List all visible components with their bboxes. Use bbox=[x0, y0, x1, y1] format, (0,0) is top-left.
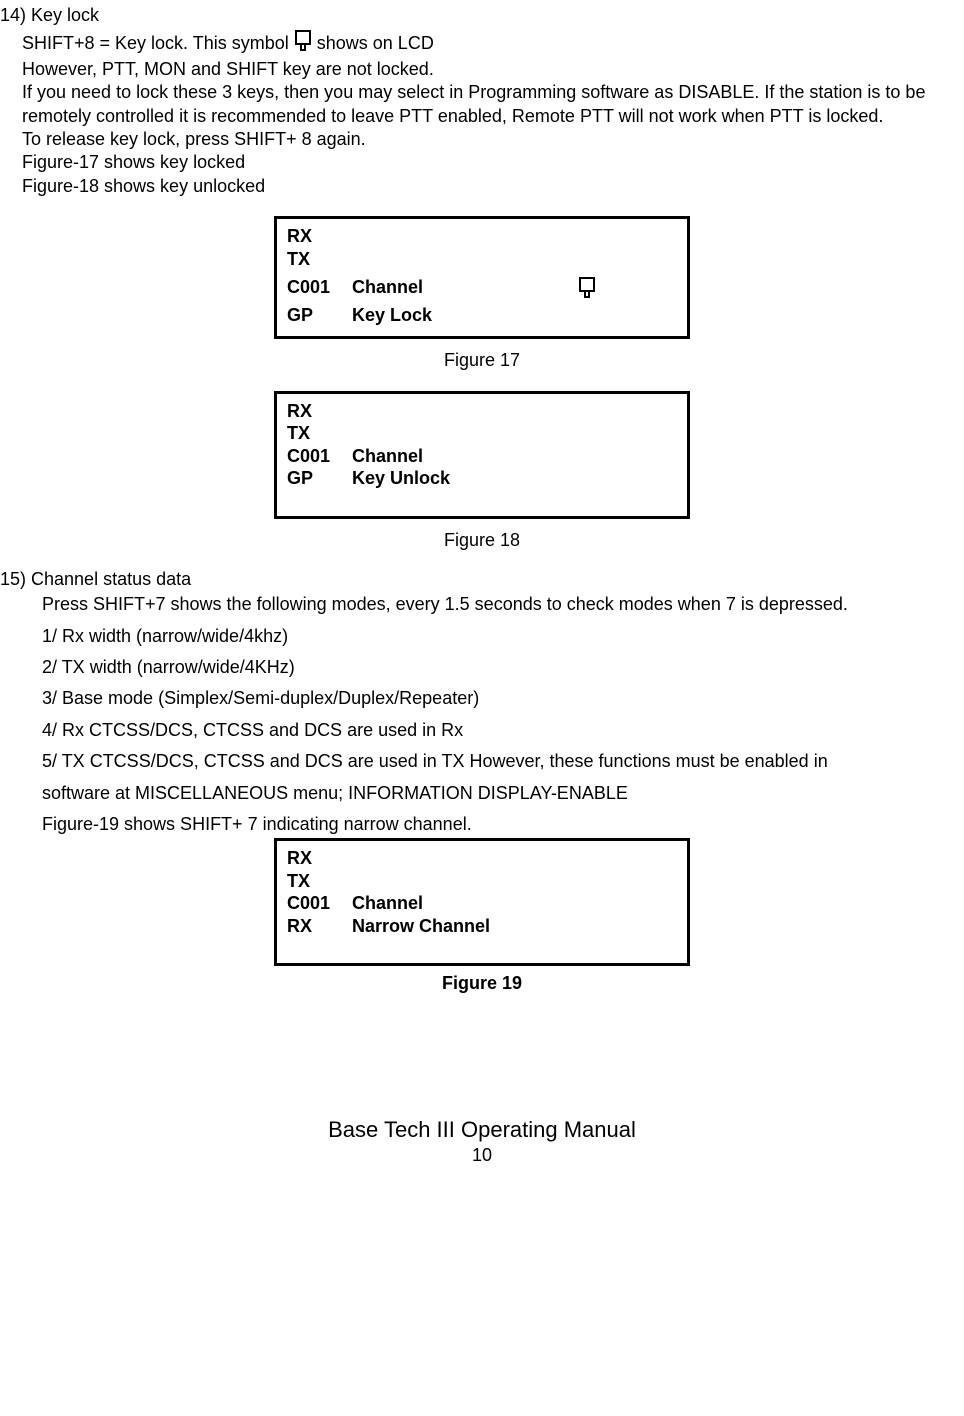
lcd17-row2a: GP bbox=[287, 304, 352, 327]
section-14-line2: However, PTT, MON and SHIFT key are not … bbox=[22, 58, 964, 81]
lcd-figure-17: RX TX C001 Channel GP Key Lock bbox=[274, 216, 690, 339]
lcd19-row2b: Narrow Channel bbox=[352, 915, 490, 938]
section-14-line1a: SHIFT+8 = Key lock. This symbol bbox=[22, 32, 289, 55]
section-15-item3: 3/ Base mode (Simplex/Semi-duplex/Duplex… bbox=[42, 687, 964, 710]
section-14-line6: Figure-18 shows key unlocked bbox=[22, 175, 964, 198]
lcd19-rx: RX bbox=[287, 847, 677, 870]
lcd-figure-18: RX TX C001 Channel GP Key Unlock bbox=[274, 391, 690, 519]
lcd17-row2b: Key Lock bbox=[352, 304, 432, 327]
footer-title: Base Tech III Operating Manual bbox=[0, 1116, 964, 1145]
section-15-item2: 2/ TX width (narrow/wide/4KHz) bbox=[42, 656, 964, 679]
lock-icon bbox=[577, 276, 597, 304]
section-15-item4: 4/ Rx CTCSS/DCS, CTCSS and DCS are used … bbox=[42, 719, 964, 742]
section-14-line1: SHIFT+8 = Key lock. This symbol shows on… bbox=[22, 29, 964, 57]
lcd18-row1a: C001 bbox=[287, 445, 352, 468]
lcd17-row1b: Channel bbox=[352, 276, 577, 304]
figure-17-caption: Figure 17 bbox=[0, 349, 964, 372]
lcd17-rx: RX bbox=[287, 225, 677, 248]
section-15-item1: 1/ Rx width (narrow/wide/4khz) bbox=[42, 625, 964, 648]
lock-icon bbox=[293, 29, 313, 57]
section-14-heading: 14) Key lock bbox=[0, 4, 964, 27]
section-15-item5: 5/ TX CTCSS/DCS, CTCSS and DCS are used … bbox=[42, 750, 964, 773]
section-14-line5: Figure-17 shows key locked bbox=[22, 151, 964, 174]
section-14-line4: To release key lock, press SHIFT+ 8 agai… bbox=[22, 128, 964, 151]
lcd-figure-19: RX TX C001 Channel RX Narrow Channel bbox=[274, 838, 690, 966]
section-14-line3: If you need to lock these 3 keys, then y… bbox=[22, 81, 964, 128]
lcd19-row2a: RX bbox=[287, 915, 352, 938]
lcd18-row2a: GP bbox=[287, 467, 352, 490]
lcd18-tx: TX bbox=[287, 422, 677, 445]
lcd19-row1a: C001 bbox=[287, 892, 352, 915]
figure-19-caption: Figure 19 bbox=[0, 972, 964, 995]
lcd19-tx: TX bbox=[287, 870, 677, 893]
lcd17-tx: TX bbox=[287, 248, 677, 271]
lcd18-row1b: Channel bbox=[352, 445, 423, 468]
section-15-intro: Press SHIFT+7 shows the following modes,… bbox=[42, 593, 964, 616]
section-14-line1b: shows on LCD bbox=[317, 32, 434, 55]
lcd18-rx: RX bbox=[287, 400, 677, 423]
section-15-item7: Figure-19 shows SHIFT+ 7 indicating narr… bbox=[42, 813, 964, 836]
lcd17-row1a: C001 bbox=[287, 276, 352, 304]
section-15-item6: software at MISCELLANEOUS menu; INFORMAT… bbox=[42, 782, 964, 805]
page-number: 10 bbox=[0, 1144, 964, 1167]
section-15-heading: 15) Channel status data bbox=[0, 568, 964, 591]
lcd18-row2b: Key Unlock bbox=[352, 467, 450, 490]
figure-18-caption: Figure 18 bbox=[0, 529, 964, 552]
lcd19-row1b: Channel bbox=[352, 892, 423, 915]
